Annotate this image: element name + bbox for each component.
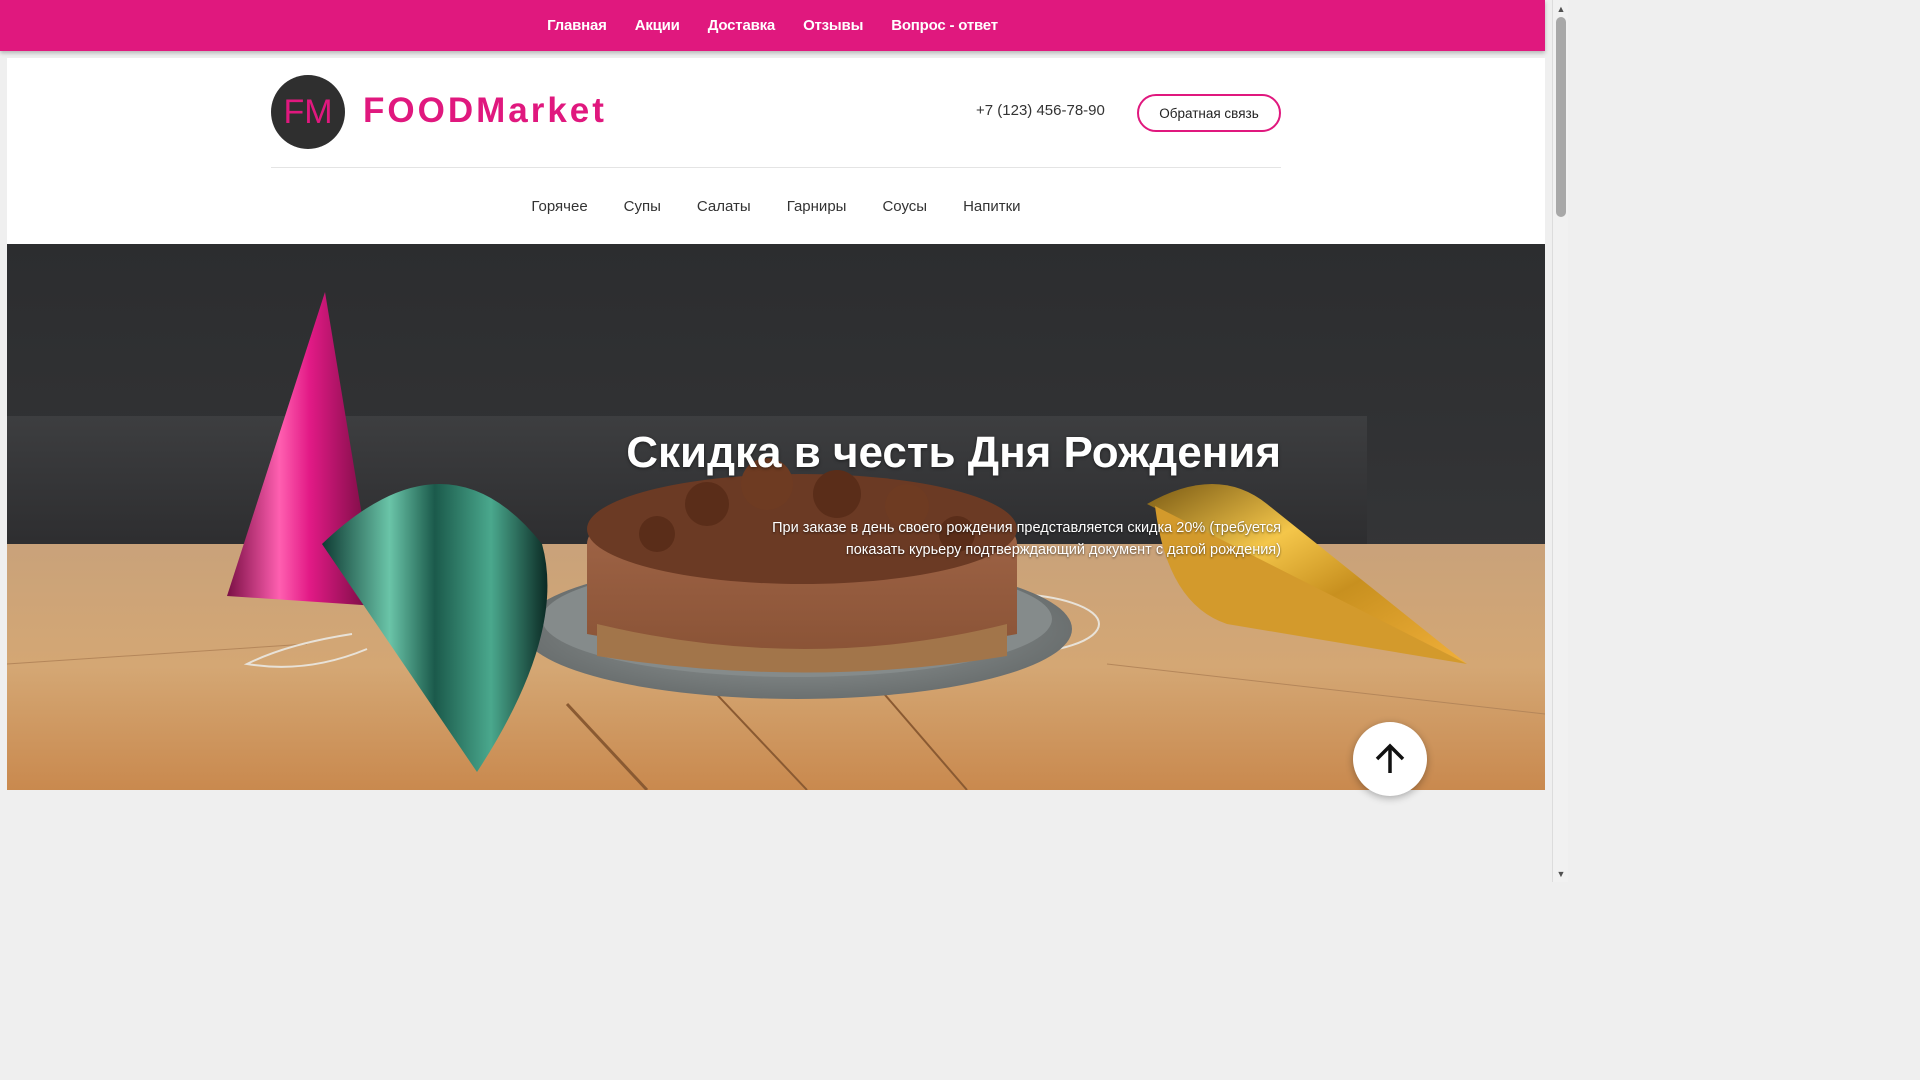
header-top-row: FM FOODMarket +7 (123) 456-78-90 Обратна… — [271, 58, 1281, 168]
category-sauces[interactable]: Соусы — [882, 198, 927, 215]
hero-banner: Скидка в честь Дня Рождения При заказе в… — [7, 244, 1545, 790]
category-navigation: Горячее Супы Салаты Гарниры Соусы Напитк… — [7, 168, 1545, 244]
scrollbar-thumb[interactable] — [1556, 17, 1566, 217]
category-hot[interactable]: Горячее — [531, 198, 587, 215]
category-soups[interactable]: Супы — [624, 198, 661, 215]
topnav-item-home[interactable]: Главная — [547, 17, 607, 34]
feedback-button[interactable]: Обратная связь — [1137, 94, 1281, 132]
arrow-up-icon — [1375, 743, 1405, 773]
top-navigation: Главная Акции Доставка Отзывы Вопрос - о… — [0, 0, 1545, 51]
triangle-down-icon[interactable]: ▼ — [1553, 865, 1569, 882]
topnav-item-faq[interactable]: Вопрос - ответ — [891, 17, 998, 34]
site-header: FM FOODMarket +7 (123) 456-78-90 Обратна… — [7, 58, 1545, 244]
category-drinks[interactable]: Напитки — [963, 198, 1021, 215]
logo-initials: FM — [283, 92, 333, 131]
topnav-item-promotions[interactable]: Акции — [635, 17, 680, 34]
page-scrollbar[interactable]: ▲ ▼ — [1552, 0, 1568, 882]
logo[interactable]: FM — [271, 75, 345, 149]
triangle-up-icon[interactable]: ▲ — [1553, 0, 1569, 17]
hero-title: Скидка в честь Дня Рождения — [626, 428, 1281, 477]
hero-description: При заказе в день своего рождения предст… — [772, 520, 1281, 558]
brand-name[interactable]: FOODMarket — [363, 91, 607, 131]
topnav-item-reviews[interactable]: Отзывы — [803, 17, 863, 34]
category-garnishes[interactable]: Гарниры — [787, 198, 847, 215]
scroll-to-top-button[interactable] — [1353, 722, 1427, 796]
category-salads[interactable]: Салаты — [697, 198, 751, 215]
phone-number[interactable]: +7 (123) 456-78-90 — [976, 102, 1105, 119]
page-left-edge — [0, 0, 7, 882]
topnav-item-delivery[interactable]: Доставка — [708, 17, 776, 34]
